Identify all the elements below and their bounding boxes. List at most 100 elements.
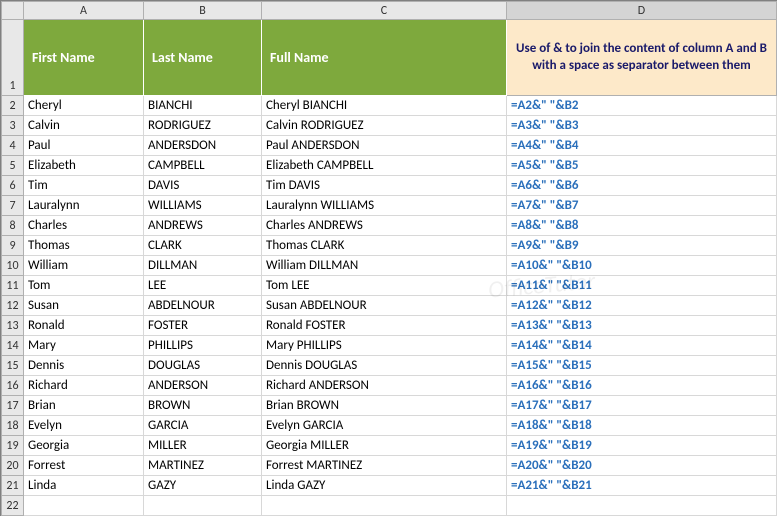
data-cell[interactable]: ANDREWS (144, 216, 262, 236)
header-last-name[interactable]: Last Name (144, 20, 262, 96)
col-header-A[interactable]: A (24, 2, 144, 20)
data-cell[interactable]: Elizabeth (24, 156, 144, 176)
data-cell[interactable]: Forrest MARTINEZ (262, 456, 507, 476)
data-cell[interactable]: ANDERSDON (144, 136, 262, 156)
row-header-1[interactable]: 1 (2, 20, 24, 96)
data-cell[interactable]: DOUGLAS (144, 356, 262, 376)
formula-cell[interactable]: =A21&" "&B21 (507, 476, 777, 496)
header-first-name[interactable]: First Name (24, 20, 144, 96)
empty-cell[interactable] (24, 496, 144, 516)
row-header[interactable]: 17 (2, 396, 24, 416)
formula-cell[interactable]: =A16&" "&B16 (507, 376, 777, 396)
data-cell[interactable]: Georgia MILLER (262, 436, 507, 456)
formula-cell[interactable]: =A17&" "&B17 (507, 396, 777, 416)
row-header[interactable]: 5 (2, 156, 24, 176)
row-header[interactable]: 9 (2, 236, 24, 256)
data-cell[interactable]: Linda (24, 476, 144, 496)
row-header[interactable]: 18 (2, 416, 24, 436)
data-cell[interactable]: CLARK (144, 236, 262, 256)
data-cell[interactable]: DAVIS (144, 176, 262, 196)
data-cell[interactable]: Brian BROWN (262, 396, 507, 416)
data-cell[interactable]: Cheryl BIANCHI (262, 96, 507, 116)
formula-cell[interactable]: =A4&" "&B4 (507, 136, 777, 156)
data-cell[interactable]: Mary (24, 336, 144, 356)
data-cell[interactable]: William DILLMAN (262, 256, 507, 276)
formula-cell[interactable]: =A14&" "&B14 (507, 336, 777, 356)
data-cell[interactable]: William (24, 256, 144, 276)
empty-cell[interactable] (262, 496, 507, 516)
formula-cell[interactable]: =A19&" "&B19 (507, 436, 777, 456)
col-header-C[interactable]: C (262, 2, 507, 20)
formula-cell[interactable]: =A3&" "&B3 (507, 116, 777, 136)
data-cell[interactable]: Linda GAZY (262, 476, 507, 496)
data-cell[interactable]: ABDELNOUR (144, 296, 262, 316)
data-cell[interactable]: CAMPBELL (144, 156, 262, 176)
formula-cell[interactable]: =A6&" "&B6 (507, 176, 777, 196)
data-cell[interactable]: GARCIA (144, 416, 262, 436)
row-header[interactable]: 7 (2, 196, 24, 216)
formula-cell[interactable]: =A15&" "&B15 (507, 356, 777, 376)
data-cell[interactable]: Charles (24, 216, 144, 236)
data-cell[interactable]: BROWN (144, 396, 262, 416)
data-cell[interactable]: ANDERSON (144, 376, 262, 396)
row-header[interactable]: 3 (2, 116, 24, 136)
data-cell[interactable]: Richard ANDERSON (262, 376, 507, 396)
col-header-B[interactable]: B (144, 2, 262, 20)
data-cell[interactable]: Ronald FOSTER (262, 316, 507, 336)
data-cell[interactable]: Paul (24, 136, 144, 156)
formula-cell[interactable]: =A11&" "&B11 (507, 276, 777, 296)
header-explanation[interactable]: Use of & to join the content of column A… (507, 20, 777, 96)
formula-cell[interactable]: =A10&" "&B10 (507, 256, 777, 276)
data-cell[interactable]: Tim DAVIS (262, 176, 507, 196)
data-cell[interactable]: BIANCHI (144, 96, 262, 116)
data-cell[interactable]: Elizabeth CAMPBELL (262, 156, 507, 176)
data-cell[interactable]: MILLER (144, 436, 262, 456)
data-cell[interactable]: Thomas CLARK (262, 236, 507, 256)
row-header[interactable]: 2 (2, 96, 24, 116)
data-cell[interactable]: Calvin RODRIGUEZ (262, 116, 507, 136)
formula-cell[interactable]: =A8&" "&B8 (507, 216, 777, 236)
row-header[interactable]: 21 (2, 476, 24, 496)
data-cell[interactable]: Thomas (24, 236, 144, 256)
data-cell[interactable]: Dennis (24, 356, 144, 376)
row-header[interactable]: 22 (2, 496, 24, 516)
formula-cell[interactable]: =A7&" "&B7 (507, 196, 777, 216)
data-cell[interactable]: Evelyn (24, 416, 144, 436)
row-header[interactable]: 6 (2, 176, 24, 196)
empty-cell[interactable] (144, 496, 262, 516)
data-cell[interactable]: Forrest (24, 456, 144, 476)
data-cell[interactable]: LEE (144, 276, 262, 296)
data-cell[interactable]: Cheryl (24, 96, 144, 116)
row-header[interactable]: 19 (2, 436, 24, 456)
formula-cell[interactable]: =A18&" "&B18 (507, 416, 777, 436)
data-cell[interactable]: Charles ANDREWS (262, 216, 507, 236)
data-cell[interactable]: Mary PHILLIPS (262, 336, 507, 356)
data-cell[interactable]: Lauralynn WILLIAMS (262, 196, 507, 216)
formula-cell[interactable]: =A12&" "&B12 (507, 296, 777, 316)
row-header[interactable]: 10 (2, 256, 24, 276)
empty-cell[interactable] (507, 496, 777, 516)
spreadsheet-grid[interactable]: A B C D 1 First Name Last Name Full Name… (1, 1, 777, 516)
formula-cell[interactable]: =A9&" "&B9 (507, 236, 777, 256)
data-cell[interactable]: WILLIAMS (144, 196, 262, 216)
row-header[interactable]: 14 (2, 336, 24, 356)
row-header[interactable]: 12 (2, 296, 24, 316)
row-header[interactable]: 4 (2, 136, 24, 156)
data-cell[interactable]: Susan (24, 296, 144, 316)
data-cell[interactable]: Tim (24, 176, 144, 196)
data-cell[interactable]: Tom (24, 276, 144, 296)
data-cell[interactable]: MARTINEZ (144, 456, 262, 476)
data-cell[interactable]: Tom LEE (262, 276, 507, 296)
formula-cell[interactable]: =A2&" "&B2 (507, 96, 777, 116)
data-cell[interactable]: Brian (24, 396, 144, 416)
row-header[interactable]: 16 (2, 376, 24, 396)
formula-cell[interactable]: =A20&" "&B20 (507, 456, 777, 476)
data-cell[interactable]: Calvin (24, 116, 144, 136)
data-cell[interactable]: GAZY (144, 476, 262, 496)
formula-cell[interactable]: =A5&" "&B5 (507, 156, 777, 176)
data-cell[interactable]: Richard (24, 376, 144, 396)
data-cell[interactable]: PHILLIPS (144, 336, 262, 356)
select-all-corner[interactable] (2, 2, 24, 20)
col-header-D[interactable]: D (507, 2, 777, 20)
data-cell[interactable]: Dennis DOUGLAS (262, 356, 507, 376)
